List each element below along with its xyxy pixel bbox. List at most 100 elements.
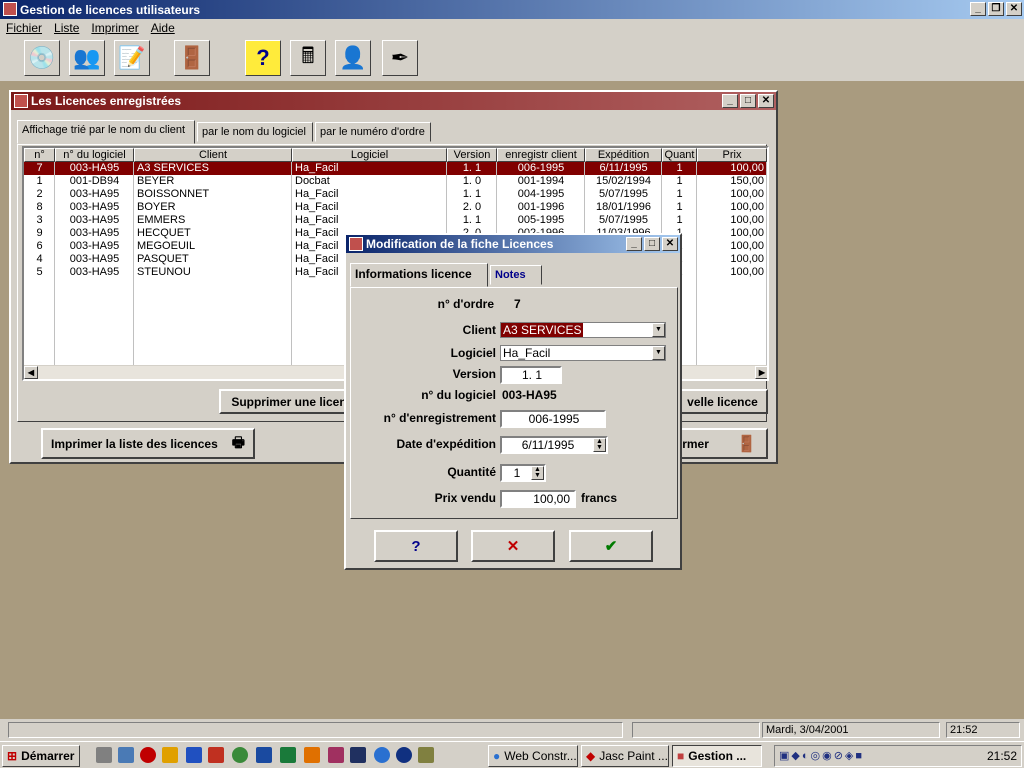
ie-icon[interactable] <box>374 747 390 763</box>
chevron-down-icon[interactable]: ▼ <box>652 323 665 337</box>
tab-logiciel[interactable]: par le nom du logiciel <box>197 122 313 142</box>
edit-icon[interactable]: 📝 <box>114 40 150 76</box>
minimize-button[interactable]: _ <box>722 94 738 108</box>
tab-ordre[interactable]: par le numéro d'ordre <box>315 122 431 142</box>
task-webconstr[interactable]: ● Web Constr... <box>488 745 578 767</box>
excel-icon[interactable] <box>280 747 296 763</box>
menu-liste[interactable]: Liste <box>54 21 79 35</box>
app-icon: ■ <box>677 749 685 763</box>
tab-informations[interactable]: Informations licence <box>350 263 488 287</box>
table-cell: STEUNOU <box>137 266 191 278</box>
col-quant[interactable]: Quant <box>662 148 697 162</box>
quicklaunch-icon[interactable] <box>396 747 412 763</box>
enreg-field[interactable]: 006-1995 <box>500 410 606 428</box>
table-row[interactable]: 7 003-HA95 A3 SERVICES Ha_Facil 1. 1 006-1995… <box>24 162 767 175</box>
quicklaunch-icon[interactable] <box>304 747 320 763</box>
tabstrip: Affichage trié par le nom du client par … <box>17 120 767 146</box>
exit-door-icon: 🚪 <box>736 435 757 453</box>
version-field[interactable]: 1. 1 <box>500 366 562 384</box>
table-row[interactable]: 2 003-HA95 BOISSONNET Ha_Facil 1. 1 004-1995 5… <box>24 188 767 201</box>
table-row[interactable]: 3 003-HA95 EMMERS Ha_Facil 1. 1 005-1995 5/07/… <box>24 214 767 227</box>
menubar: Fichier Liste Imprimer Aide <box>0 19 1024 37</box>
calculator-icon[interactable]: 🖩 <box>290 40 326 76</box>
logiciel-select[interactable]: Ha_Facil ▼ <box>500 345 666 361</box>
spinner-icon[interactable]: ▲ ▼ <box>531 466 544 480</box>
close-button[interactable]: ✕ <box>1006 2 1022 16</box>
table-cell: 1. 0 <box>462 175 482 187</box>
quicklaunch-icon[interactable] <box>186 747 202 763</box>
list-header: n° n° du logiciel Client Logiciel Versio… <box>24 148 767 162</box>
menu-imprimer[interactable]: Imprimer <box>91 21 138 35</box>
prix-field[interactable]: 100,00 <box>500 490 576 508</box>
minimize-button[interactable]: _ <box>626 237 642 251</box>
help-button[interactable]: ? <box>374 530 458 562</box>
table-cell: 5/07/1995 <box>599 188 648 200</box>
spinner-icon[interactable]: ▲ ▼ <box>593 438 606 452</box>
close-button[interactable]: ✕ <box>662 237 678 251</box>
menu-aide[interactable]: Aide <box>151 21 175 35</box>
scroll-right-icon[interactable]: ▶ <box>755 366 767 379</box>
maximize-button[interactable]: □ <box>644 237 660 251</box>
client-select[interactable]: A3 SERVICES ▼ <box>500 322 666 338</box>
quicklaunch-icon[interactable] <box>418 747 434 763</box>
table-cell: 100,00 <box>730 266 764 278</box>
qty-label: Quantité <box>447 465 496 479</box>
table-cell: 6 <box>36 240 43 252</box>
table-cell: 4 <box>36 253 43 265</box>
close-window-button[interactable]: rmer 🚪 <box>671 428 768 459</box>
users-icon[interactable]: 👥 <box>69 40 105 76</box>
col-logiciel[interactable]: Logiciel <box>292 148 447 162</box>
cancel-button[interactable]: ✕ <box>471 530 555 562</box>
minimize-button[interactable]: _ <box>970 2 986 16</box>
ordre-label: n° d'ordre <box>437 297 494 311</box>
table-cell: 1. 1 <box>462 214 482 226</box>
task-gestion[interactable]: ■ Gestion ... <box>672 745 762 767</box>
close-button[interactable]: ✕ <box>758 94 774 108</box>
col-enreg[interactable]: enregistr client <box>497 148 585 162</box>
print-list-button[interactable]: Imprimer la liste des licences 🖶 <box>41 428 255 459</box>
table-row[interactable]: 8 003-HA95 BOYER Ha_Facil 2. 0 001-1996 18/01/… <box>24 201 767 214</box>
quicklaunch-icon[interactable] <box>350 747 366 763</box>
task-jasc[interactable]: ◆ Jasc Paint ... <box>581 745 669 767</box>
menu-fichier[interactable]: Fichier <box>6 21 42 35</box>
help-icon[interactable]: ? <box>245 40 281 76</box>
quicklaunch-icon[interactable] <box>232 747 248 763</box>
start-button[interactable]: ⊞ Démarrer <box>2 745 80 767</box>
col-expedition[interactable]: Expédition <box>585 148 662 162</box>
ok-button[interactable]: ✔ <box>569 530 653 562</box>
statusbar: Mardi, 3/04/2001 21:52 <box>0 719 1024 741</box>
quicklaunch-icon[interactable] <box>118 747 134 763</box>
col-n[interactable]: n° <box>24 148 55 162</box>
chevron-down-icon[interactable]: ▼ <box>652 346 665 360</box>
pen-icon[interactable]: ✒ <box>382 40 418 76</box>
tab-notes[interactable]: Notes <box>490 265 542 285</box>
table-cell: 18/01/1996 <box>595 201 652 213</box>
col-version[interactable]: Version <box>447 148 497 162</box>
col-nlogiciel[interactable]: n° du logiciel <box>55 148 134 162</box>
quicklaunch-icon[interactable] <box>96 747 112 763</box>
quicklaunch-icon[interactable] <box>140 747 156 763</box>
logiciel-value: Ha_Facil <box>503 346 551 360</box>
tray-icons[interactable]: ▣◆◐◎◉⊘◈■ <box>779 749 864 762</box>
globe-icon: ● <box>493 749 501 763</box>
quicklaunch-icon[interactable] <box>162 747 178 763</box>
qty-field[interactable]: 1 ▲ ▼ <box>500 464 546 482</box>
delete-licence-button[interactable]: Supprimer une licen <box>219 389 359 414</box>
quicklaunch-icon[interactable] <box>328 747 344 763</box>
restore-button[interactable]: ❐ <box>988 2 1004 16</box>
dialog-title: Modification de la fiche Licences <box>366 237 554 251</box>
col-client[interactable]: Client <box>134 148 292 162</box>
quicklaunch-icon[interactable] <box>208 747 224 763</box>
cd-icon[interactable]: 💿 <box>24 40 60 76</box>
col-prix[interactable]: Prix <box>697 148 767 162</box>
window-icon <box>14 94 28 108</box>
word-icon[interactable] <box>256 747 272 763</box>
scroll-left-icon[interactable]: ◀ <box>24 366 38 379</box>
date-field[interactable]: 6/11/1995 ▲ ▼ <box>500 436 608 454</box>
maximize-button[interactable]: □ <box>740 94 756 108</box>
person-icon[interactable]: 👤 <box>335 40 371 76</box>
exit-door-icon[interactable]: 🚪 <box>174 40 210 76</box>
tab-client[interactable]: Affichage trié par le nom du client <box>17 120 195 144</box>
new-licence-button[interactable]: velle licence <box>677 389 768 414</box>
table-row[interactable]: 1 001-DB94 BEYER Docbat 1. 0 001-1994 15/02/19… <box>24 175 767 188</box>
